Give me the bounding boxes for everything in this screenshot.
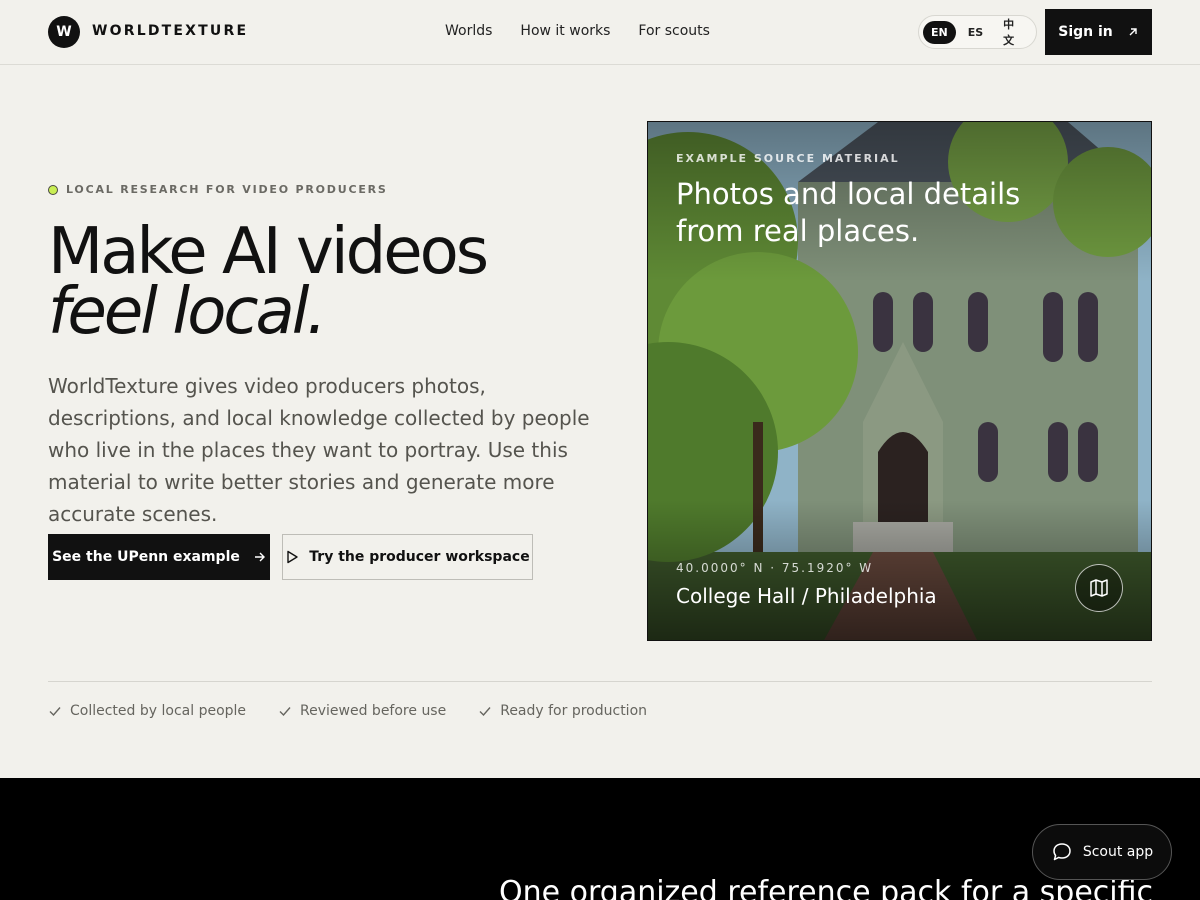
hero-lede: WorldTexture gives video producers photo… (48, 374, 590, 526)
card-coordinates: 40.0000° N · 75.1920° W (676, 561, 874, 575)
trust-label: Reviewed before use (300, 703, 447, 719)
trust-list: Collected by local people Reviewed befor… (48, 703, 647, 719)
trust-label: Collected by local people (70, 703, 247, 719)
card-place-name: College Hall / Philadelphia (676, 584, 937, 608)
hero-title: Make AI videos feel local. (48, 220, 489, 349)
arrow-right-icon (254, 552, 265, 562)
check-icon (49, 707, 61, 717)
hero-title-line2: feel local. (48, 275, 327, 349)
nav-item-worlds[interactable]: Worlds (445, 23, 492, 39)
trust-label: Ready for production (500, 703, 648, 719)
logo-wordmark[interactable]: WORLDTEXTURE (92, 23, 248, 39)
main-nav: Worlds How it works For scouts (445, 23, 710, 39)
site-header: W WORLDTEXTURE Worlds How it works For s… (0, 0, 1200, 65)
primary-cta-label: See the UPenn example (52, 549, 240, 565)
map-button[interactable] (1075, 564, 1123, 612)
try-producer-workspace-button[interactable]: Try the producer workspace (282, 534, 533, 580)
section-divider (48, 681, 1152, 682)
hero-eyebrow: LOCAL RESEARCH FOR VIDEO PRODUCERS (48, 183, 388, 196)
map-icon (1090, 579, 1108, 597)
check-icon (479, 707, 491, 717)
lang-es[interactable]: ES (960, 21, 991, 44)
example-image-card[interactable]: EXAMPLE SOURCE MATERIAL Photos and local… (647, 121, 1152, 641)
card-eyebrow: EXAMPLE SOURCE MATERIAL (676, 152, 900, 165)
arrow-up-right-icon (1129, 28, 1137, 36)
sign-in-label: Sign in (1058, 24, 1113, 40)
sign-in-button[interactable]: Sign in (1045, 9, 1152, 55)
check-icon (279, 707, 291, 717)
status-dot-icon (48, 184, 58, 195)
lang-zh[interactable]: 中文 (995, 11, 1032, 53)
logo-mark[interactable]: W (48, 16, 80, 48)
scout-app-button[interactable]: Scout app (1032, 824, 1172, 880)
nav-item-for-scouts[interactable]: For scouts (638, 23, 710, 39)
lang-en[interactable]: EN (923, 20, 956, 44)
hero-eyebrow-text: LOCAL RESEARCH FOR VIDEO PRODUCERS (66, 183, 388, 196)
trust-item: Ready for production (478, 703, 647, 719)
scout-app-label: Scout app (1082, 844, 1154, 860)
trust-item: Reviewed before use (278, 703, 446, 719)
nav-item-how-it-works[interactable]: How it works (520, 23, 610, 39)
trust-item: Collected by local people (48, 703, 246, 719)
language-switcher: EN ES 中文 (918, 15, 1037, 49)
see-upenn-example-button[interactable]: See the UPenn example (48, 534, 270, 580)
reference-pack-section: One organized reference pack for a speci… (0, 778, 1200, 900)
chat-bubble-icon (1053, 843, 1071, 861)
play-icon (287, 550, 298, 564)
card-title: Photos and local details from real place… (676, 177, 1021, 248)
secondary-cta-label: Try the producer workspace (309, 549, 530, 565)
